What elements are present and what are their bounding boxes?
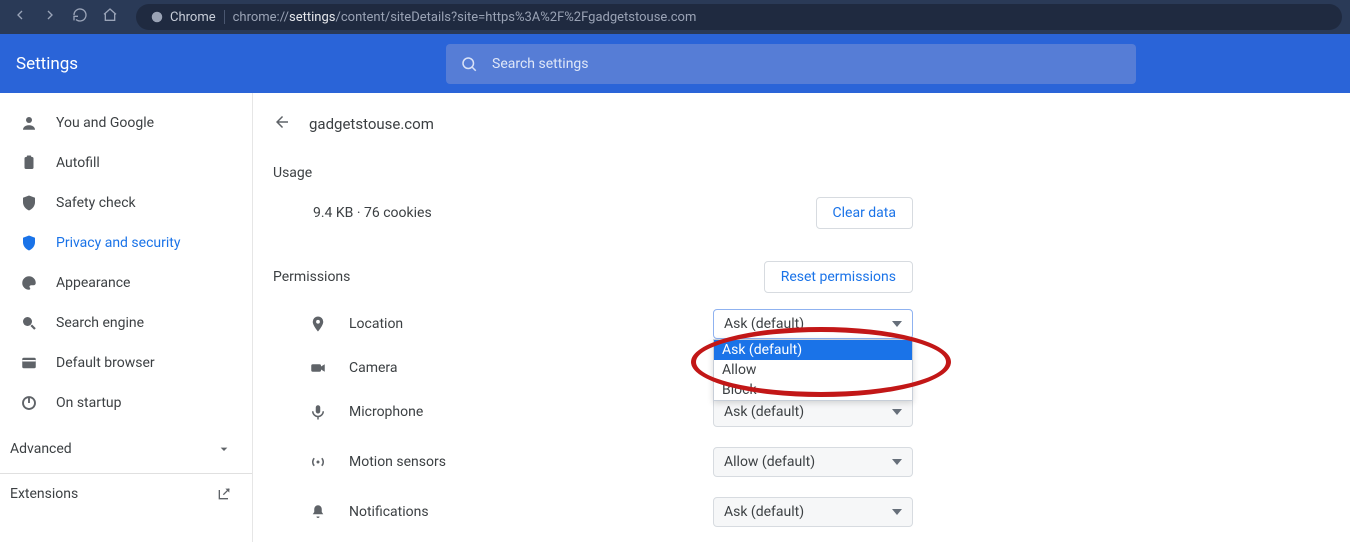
separator bbox=[224, 10, 225, 24]
site-details-panel: gadgetstouse.com Usage 9.4 KB · 76 cooki… bbox=[253, 93, 933, 542]
url-text: chrome://settings/content/siteDetails?si… bbox=[233, 10, 697, 25]
sidebar-item-you-and-google[interactable]: You and Google bbox=[0, 103, 252, 143]
external-link-icon bbox=[216, 486, 232, 502]
bell-icon bbox=[309, 503, 327, 521]
motion-icon bbox=[309, 453, 327, 471]
back-arrow-icon[interactable] bbox=[273, 113, 291, 135]
search-placeholder: Search settings bbox=[492, 56, 589, 72]
back-icon[interactable] bbox=[12, 7, 28, 27]
sidebar-item-search-engine[interactable]: Search engine bbox=[0, 303, 252, 343]
select-value: Ask (default) bbox=[724, 404, 804, 420]
site-name: gadgetstouse.com bbox=[309, 115, 434, 133]
sidebar-item-label: Appearance bbox=[56, 275, 130, 291]
caret-down-icon bbox=[892, 409, 902, 415]
sidebar-item-label: You and Google bbox=[56, 115, 154, 131]
perm-name: Notifications bbox=[349, 504, 429, 520]
page-title: Settings bbox=[16, 54, 436, 74]
sidebar-item-appearance[interactable]: Appearance bbox=[0, 263, 252, 303]
usage-label: Usage bbox=[253, 145, 933, 187]
sidebar-item-label: Privacy and security bbox=[56, 235, 180, 251]
perm-row-motion-sensors: Motion sensors Allow (default) bbox=[253, 437, 933, 487]
settings-header: Settings Search settings bbox=[0, 34, 1350, 93]
nav-icon-group bbox=[12, 7, 118, 27]
palette-icon bbox=[20, 274, 38, 292]
address-bar[interactable]: Chrome chrome://settings/content/siteDet… bbox=[136, 4, 1342, 30]
perm-select-microphone[interactable]: Ask (default) bbox=[713, 397, 913, 427]
select-value: Allow (default) bbox=[724, 454, 815, 470]
reload-icon[interactable] bbox=[72, 7, 88, 27]
camera-icon bbox=[309, 359, 327, 377]
forward-icon[interactable] bbox=[42, 7, 58, 27]
sidebar-extensions[interactable]: Extensions bbox=[0, 473, 252, 512]
extensions-label: Extensions bbox=[10, 486, 78, 502]
perm-name: Location bbox=[349, 316, 403, 332]
perm-name: Microphone bbox=[349, 404, 423, 420]
perm-select-motion[interactable]: Allow (default) bbox=[713, 447, 913, 477]
shield-check-icon bbox=[20, 194, 38, 212]
sidebar-advanced[interactable]: Advanced bbox=[0, 429, 252, 467]
dropdown-option[interactable]: Ask (default) bbox=[714, 340, 912, 360]
clipboard-icon bbox=[20, 154, 38, 172]
sidebar-item-default-browser[interactable]: Default browser bbox=[0, 343, 252, 383]
select-value: Ask (default) bbox=[724, 504, 804, 520]
clear-data-button[interactable]: Clear data bbox=[816, 197, 913, 229]
sidebar-item-label: Search engine bbox=[56, 315, 144, 331]
perm-row-location: Location Ask (default) Ask (default) All… bbox=[253, 299, 933, 349]
select-value: Ask (default) bbox=[724, 316, 804, 332]
home-icon[interactable] bbox=[102, 7, 118, 27]
microphone-icon bbox=[309, 403, 327, 421]
location-icon bbox=[309, 315, 327, 333]
browser-toolbar: Chrome chrome://settings/content/siteDet… bbox=[0, 0, 1350, 34]
perm-dropdown: Ask (default) Allow Block bbox=[713, 339, 913, 401]
person-icon bbox=[20, 114, 38, 132]
sidebar-item-label: On startup bbox=[56, 395, 122, 411]
dropdown-option[interactable]: Block bbox=[714, 380, 912, 400]
caret-down-icon bbox=[892, 459, 902, 465]
sidebar-item-label: Safety check bbox=[56, 195, 136, 211]
perm-row-notifications: Notifications Ask (default) bbox=[253, 487, 933, 537]
permissions-label: Permissions bbox=[273, 269, 350, 285]
advanced-label: Advanced bbox=[10, 441, 72, 457]
site-chip: Chrome bbox=[150, 10, 216, 25]
dropdown-option[interactable]: Allow bbox=[714, 360, 912, 380]
sidebar-item-on-startup[interactable]: On startup bbox=[0, 383, 252, 423]
perm-select-notifications[interactable]: Ask (default) bbox=[713, 497, 913, 527]
usage-value: 9.4 KB · 76 cookies bbox=[313, 205, 432, 221]
sidebar-item-label: Autofill bbox=[56, 155, 100, 171]
sidebar: You and Google Autofill Safety check Pri… bbox=[0, 93, 252, 542]
browser-icon bbox=[20, 354, 38, 372]
chevron-down-icon bbox=[216, 441, 232, 457]
chip-label: Chrome bbox=[170, 10, 216, 25]
caret-down-icon bbox=[892, 321, 902, 327]
caret-down-icon bbox=[892, 509, 902, 515]
sidebar-item-safety-check[interactable]: Safety check bbox=[0, 183, 252, 223]
power-icon bbox=[20, 394, 38, 412]
reset-permissions-button[interactable]: Reset permissions bbox=[764, 261, 913, 293]
perm-name: Motion sensors bbox=[349, 454, 446, 470]
sidebar-item-privacy-security[interactable]: Privacy and security bbox=[0, 223, 252, 263]
search-icon bbox=[20, 314, 38, 332]
perm-name: Camera bbox=[349, 360, 398, 376]
perm-select-location[interactable]: Ask (default) bbox=[713, 309, 913, 339]
search-input[interactable]: Search settings bbox=[446, 44, 1136, 84]
shield-icon bbox=[20, 234, 38, 252]
sidebar-item-autofill[interactable]: Autofill bbox=[0, 143, 252, 183]
sidebar-item-label: Default browser bbox=[56, 355, 155, 371]
